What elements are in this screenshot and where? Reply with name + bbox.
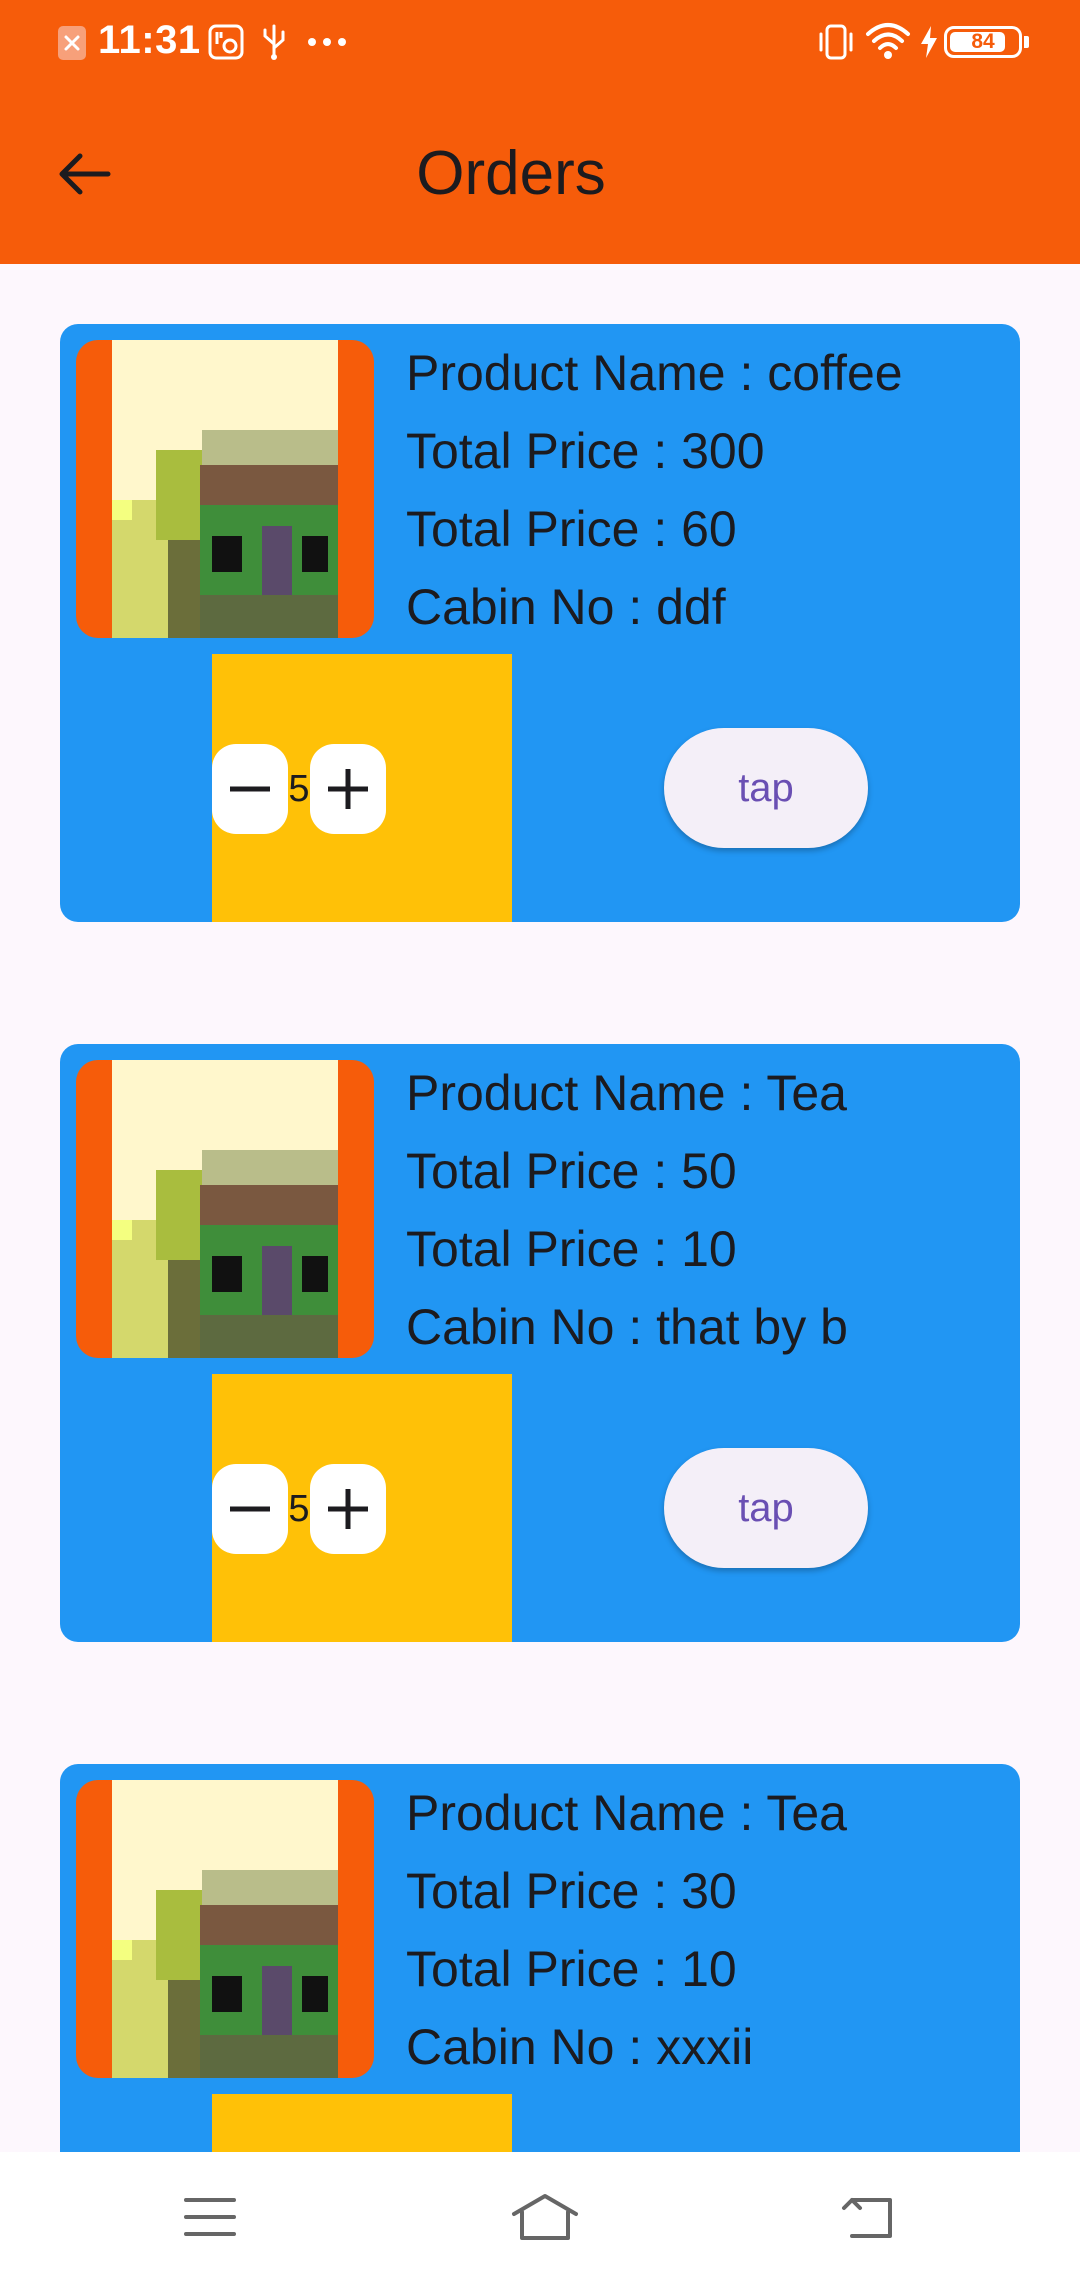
house-icon <box>112 1060 338 1358</box>
quantity-stepper: 5 <box>212 1374 512 1642</box>
total-price-text: Total Price : 50 <box>406 1143 737 1199</box>
home-icon <box>512 2194 578 2240</box>
minus-icon <box>230 1506 270 1512</box>
settings-app-icon <box>208 24 244 60</box>
product-name: Product Name : Tea <box>406 1774 1006 1852</box>
quantity-value: 5 <box>288 768 310 810</box>
notification-x-icon <box>58 26 86 60</box>
cabin-number: Cabin No : that by b <box>406 1288 1006 1366</box>
cabin-number: Cabin No : xxxii <box>406 2008 1006 2086</box>
total-price: Total Price : 300 <box>406 412 1006 490</box>
battery-icon: 84 <box>944 26 1022 58</box>
unit-price-text: Total Price : 60 <box>406 501 737 557</box>
order-info: Product Name : coffee Total Price : 300 … <box>406 334 1006 646</box>
order-card: Product Name : Tea Total Price : 30 Tota… <box>60 1764 1020 2152</box>
quantity-value: 5 <box>288 1488 310 1530</box>
decrement-button[interactable] <box>212 1464 288 1554</box>
increment-button[interactable] <box>310 744 386 834</box>
quantity-stepper: 5 <box>212 2094 512 2152</box>
more-dots-icon <box>308 38 346 46</box>
cabin-number-text: Cabin No : xxxii <box>406 2019 754 2075</box>
battery-tip <box>1024 36 1029 48</box>
vibrate-icon <box>819 24 853 60</box>
product-name: Product Name : coffee <box>406 334 1006 412</box>
unit-price-text: Total Price : 10 <box>406 1941 737 1997</box>
cabin-number-text: Cabin No : ddf <box>406 579 726 635</box>
cabin-number: Cabin No : ddf <box>406 568 1006 646</box>
back-icon <box>842 2198 892 2238</box>
status-bar: 11:31 84 <box>0 0 1080 84</box>
total-price: Total Price : 50 <box>406 1132 1006 1210</box>
menu-icon <box>184 2198 236 2236</box>
usb-icon <box>263 24 285 60</box>
menu-button[interactable] <box>150 2182 270 2252</box>
product-image <box>76 340 374 638</box>
cabin-number-text: Cabin No : that by b <box>406 1299 848 1355</box>
order-info: Product Name : Tea Total Price : 50 Tota… <box>406 1054 1006 1366</box>
product-name-text: Product Name : Tea <box>406 1065 847 1121</box>
wifi-icon <box>866 23 910 59</box>
page-title: Orders <box>416 139 606 208</box>
unit-price-text: Total Price : 10 <box>406 1221 737 1277</box>
house-icon <box>112 340 338 638</box>
navigation-bar <box>0 2152 1080 2280</box>
tap-button[interactable]: tap <box>664 1448 868 1568</box>
battery-level: 84 <box>971 30 995 53</box>
product-image <box>76 1060 374 1358</box>
product-name: Product Name : Tea <box>406 1054 1006 1132</box>
order-list[interactable]: Product Name : coffee Total Price : 300 … <box>0 264 1080 2152</box>
unit-price: Total Price : 60 <box>406 490 1006 568</box>
unit-price: Total Price : 10 <box>406 1210 1006 1288</box>
system-back-button[interactable] <box>810 2182 930 2252</box>
tap-button[interactable]: tap <box>664 728 868 848</box>
order-info: Product Name : Tea Total Price : 30 Tota… <box>406 1774 1006 2086</box>
quantity-stepper: 5 <box>212 654 512 922</box>
product-name-text: Product Name : coffee <box>406 345 903 401</box>
home-button[interactable] <box>480 2182 600 2252</box>
order-card: Product Name : Tea Total Price : 50 Tota… <box>60 1044 1020 1642</box>
charging-icon <box>921 26 937 58</box>
total-price-text: Total Price : 300 <box>406 423 765 479</box>
increment-button[interactable] <box>310 1464 386 1554</box>
plus-icon <box>328 769 368 809</box>
total-price: Total Price : 30 <box>406 1852 1006 1930</box>
status-time: 11:31 <box>98 18 201 62</box>
product-image <box>76 1780 374 2078</box>
order-card: Product Name : coffee Total Price : 300 … <box>60 324 1020 922</box>
unit-price: Total Price : 10 <box>406 1930 1006 2008</box>
total-price-text: Total Price : 30 <box>406 1863 737 1919</box>
product-name-text: Product Name : Tea <box>406 1785 847 1841</box>
plus-icon <box>328 1489 368 1529</box>
house-icon <box>112 1780 338 2078</box>
decrement-button[interactable] <box>212 744 288 834</box>
minus-icon <box>230 786 270 792</box>
